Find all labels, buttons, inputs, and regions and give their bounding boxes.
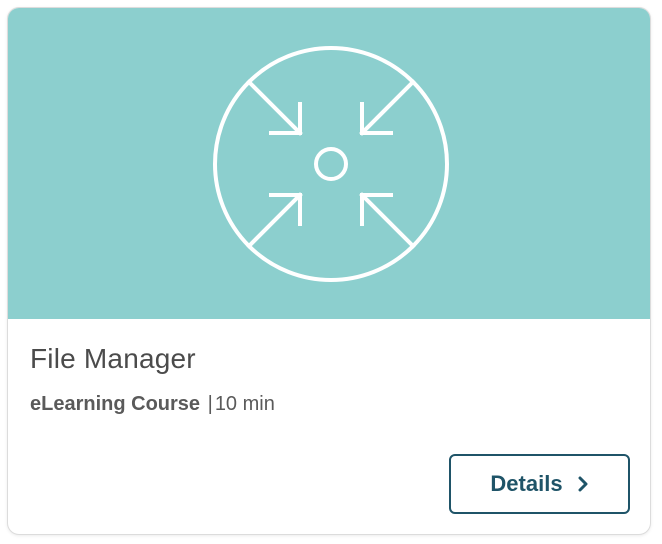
course-title: File Manager bbox=[30, 343, 196, 374]
course-meta: eLearning Course | 10 min bbox=[30, 392, 275, 416]
course-duration: 10 min bbox=[214, 393, 275, 415]
chevron-right-icon bbox=[578, 476, 588, 492]
details-button[interactable]: Details bbox=[449, 454, 630, 514]
course-hero-image bbox=[8, 8, 650, 319]
meta-separator: | bbox=[207, 393, 213, 415]
details-button-label: Details bbox=[490, 471, 563, 496]
focus-arrows-in-circle-icon bbox=[213, 46, 449, 282]
course-type: eLearning Course bbox=[30, 393, 201, 415]
course-card[interactable]: File Manager eLearning Course | 10 min De… bbox=[7, 7, 651, 535]
